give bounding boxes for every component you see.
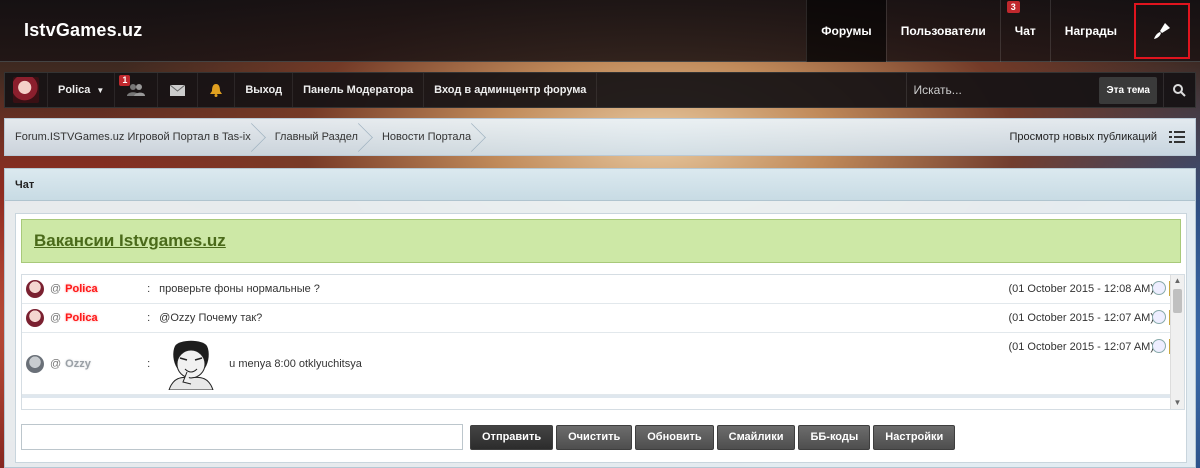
chat-messages[interactable]: @ Polica : проверьте фоны нормальные ? (…	[21, 274, 1185, 410]
chat-input-row: Отправить Очистить Обновить Смайлики ББ-…	[21, 424, 956, 450]
tab-chat[interactable]: 3 Чат	[999, 0, 1050, 62]
clear-button[interactable]: Очистить	[556, 424, 633, 450]
search-submit-button[interactable]	[1163, 73, 1195, 107]
separator: :	[147, 283, 151, 295]
message-author[interactable]: Polica	[65, 312, 147, 324]
chat-message-input[interactable]	[21, 424, 463, 450]
new-posts-link[interactable]: Просмотр новых публикаций	[1009, 131, 1169, 143]
tab-users-label: Пользователи	[900, 24, 986, 38]
notifications-button[interactable]	[198, 73, 236, 107]
breadcrumb-item-main[interactable]: Главный Раздел	[265, 119, 372, 155]
scroll-down-icon[interactable]: ▼	[1171, 397, 1184, 409]
username-label: Polica	[58, 84, 91, 96]
tab-chat-label: Чат	[1014, 24, 1036, 38]
bbcodes-button[interactable]: ББ-коды	[798, 424, 871, 450]
meme-sticker-image	[161, 338, 222, 390]
moderator-panel-link[interactable]: Панель Модератора	[293, 73, 425, 107]
send-button[interactable]: Отправить	[470, 424, 554, 450]
tab-users[interactable]: Пользователи	[885, 0, 1000, 62]
paintbrush-icon	[1154, 23, 1170, 39]
chat-panel: Чат Вакансии Istvgames.uz @ Polica : про…	[4, 168, 1196, 468]
message-time: (01 October 2015 - 12:07 AM)	[1008, 312, 1154, 324]
magnifier-icon[interactable]	[1152, 339, 1166, 353]
envelope-icon	[170, 84, 186, 96]
message-text: u menya 8:00 otklyuchitsya	[229, 358, 362, 370]
tab-forums[interactable]: Форумы	[806, 0, 886, 62]
avatar	[13, 77, 39, 103]
chat-message: @ Polica : проверьте фоны нормальные ? (…	[22, 275, 1184, 304]
message-author[interactable]: Polica	[65, 283, 147, 295]
message-time: (01 October 2015 - 12:08 AM)	[1008, 283, 1154, 295]
user-bar: Polica ▼ 1 Выход Панель Модератора Вход …	[4, 72, 1196, 108]
messages-button[interactable]	[158, 73, 199, 107]
friends-badge: 1	[119, 75, 131, 86]
admin-center-link[interactable]: Вход в админцентр форума	[424, 73, 598, 107]
message-time: (01 October 2015 - 12:07 AM)	[1008, 341, 1154, 353]
message-author[interactable]: Ozzy	[65, 358, 147, 370]
scroll-up-icon[interactable]: ▲	[1171, 275, 1184, 287]
scroll-thumb[interactable]	[1173, 289, 1182, 313]
chevron-down-icon: ▼	[96, 85, 105, 95]
bell-icon	[210, 84, 223, 97]
smileys-button[interactable]: Смайлики	[716, 424, 796, 450]
breadcrumb: Forum.ISTVGames.uz Игровой Портал в Tas-…	[4, 118, 1196, 156]
announcement-box: Вакансии Istvgames.uz	[21, 219, 1181, 263]
users-icon	[127, 84, 146, 96]
search-scope-button[interactable]: Эта тема	[1099, 76, 1157, 104]
separator: :	[147, 358, 151, 370]
message-text: @Ozzy Почему так?	[159, 312, 263, 324]
breadcrumb-item-home[interactable]: Forum.ISTVGames.uz Игровой Портал в Tas-…	[5, 119, 265, 155]
announcement-link[interactable]: Вакансии Istvgames.uz	[34, 231, 226, 251]
chat-message-partial	[22, 395, 1184, 409]
logout-link[interactable]: Выход	[235, 73, 294, 107]
magnifier-icon[interactable]	[1152, 310, 1166, 324]
settings-button[interactable]: Настройки	[873, 424, 956, 450]
chat-scrollbar[interactable]: ▲ ▼	[1170, 275, 1184, 409]
mention-button[interactable]: @	[50, 358, 61, 370]
magnifier-icon[interactable]	[1152, 281, 1166, 295]
avatar[interactable]	[26, 280, 44, 298]
list-icon[interactable]	[1169, 131, 1185, 143]
main-nav: Форумы Пользователи 3 Чат Награды	[806, 0, 1200, 62]
tab-forums-label: Форумы	[821, 24, 872, 38]
chat-message: @ Polica : @Ozzy Почему так? (01 October…	[22, 304, 1184, 333]
user-menu[interactable]: Polica ▼	[48, 73, 116, 107]
search-box: Эта тема	[906, 73, 1195, 107]
mention-button[interactable]: @	[50, 283, 61, 295]
refresh-button[interactable]: Обновить	[635, 424, 714, 450]
top-header: IstvGames.uz Форумы Пользователи 3 Чат Н…	[0, 0, 1200, 62]
user-avatar-link[interactable]	[5, 73, 48, 107]
chat-panel-title: Чат	[5, 169, 1195, 201]
avatar[interactable]	[26, 309, 44, 327]
chat-count-badge: 3	[1006, 1, 1020, 13]
tab-awards-label: Награды	[1064, 24, 1117, 38]
search-icon	[1173, 83, 1186, 97]
friends-button[interactable]: 1	[115, 73, 159, 107]
chat-body: Вакансии Istvgames.uz @ Polica : проверь…	[15, 213, 1187, 463]
avatar[interactable]	[26, 355, 44, 373]
breadcrumb-item-news[interactable]: Новости Портала	[372, 119, 485, 155]
tab-awards[interactable]: Награды	[1049, 0, 1131, 62]
separator: :	[147, 312, 151, 324]
search-input[interactable]	[907, 73, 1100, 107]
message-text: проверьте фоны нормальные ?	[159, 283, 320, 295]
site-logo[interactable]: IstvGames.uz	[24, 20, 142, 41]
mention-button[interactable]: @	[50, 312, 61, 324]
chat-message: @ Ozzy : u menya 8:00 otklyuchitsya (01	[22, 333, 1184, 395]
style-chooser-button[interactable]	[1134, 3, 1190, 59]
